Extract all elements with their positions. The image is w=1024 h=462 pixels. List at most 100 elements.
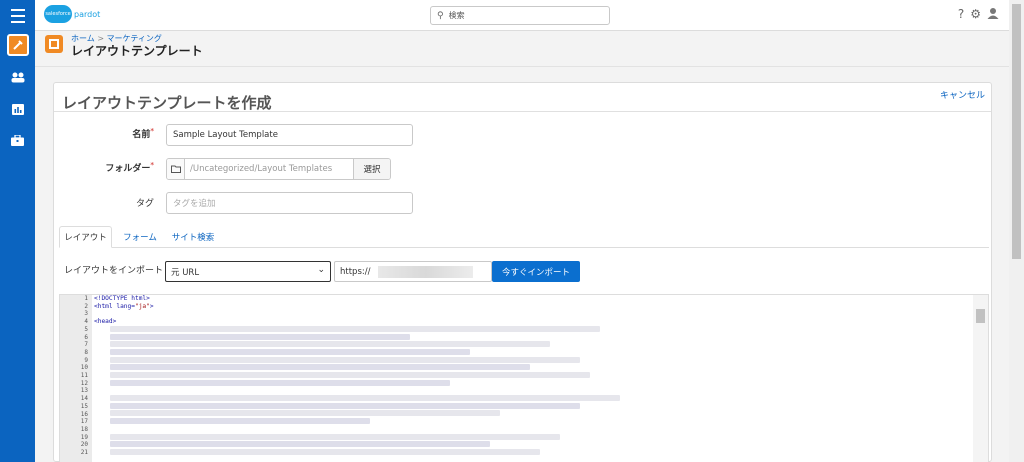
line-number: 15 [80, 402, 88, 410]
doctype-text: <!DOCTYPE html> [94, 295, 150, 302]
tag-label: タグ [94, 196, 154, 209]
code-line-4: <head> [94, 318, 116, 325]
question-icon[interactable]: ? [958, 7, 964, 22]
line-number: 12 [80, 379, 88, 387]
layout-template-icon [45, 35, 63, 53]
head-tag: <head> [94, 318, 117, 325]
tag-input[interactable]: タグを追加 [166, 192, 413, 214]
import-source-value: 元 URL [171, 267, 200, 278]
reports-icon[interactable] [0, 98, 35, 120]
salesforce-cloud-icon: salesforce [44, 5, 72, 23]
line-number: 1 [84, 295, 88, 302]
search-placeholder: 検索 [448, 11, 465, 20]
blurred-code [110, 364, 530, 370]
line-number: 11 [80, 372, 88, 379]
gear-icon[interactable]: ⚙ [970, 7, 981, 22]
editor-scrollbar[interactable] [973, 295, 988, 462]
import-url-input[interactable]: https:// [334, 261, 492, 282]
cancel-link[interactable]: キャンセル [940, 88, 985, 101]
code-line-2: <html lang="ja"> [94, 303, 154, 310]
required-mark: * [150, 127, 154, 135]
form-heading: レイアウトテンプレートを作成 [62, 94, 272, 112]
tag-placeholder: タグを追加 [173, 199, 216, 209]
blurred-code [110, 380, 450, 386]
pardot-logo[interactable]: salesforce pardot [44, 5, 100, 23]
line-number: 19 [80, 433, 88, 441]
line-number: 3 [84, 310, 88, 318]
tab-layout[interactable]: レイアウト [59, 226, 112, 248]
blurred-code [110, 349, 470, 355]
blurred-code [110, 403, 580, 409]
line-number: 2 [84, 302, 88, 310]
folder-open-icon [167, 159, 185, 179]
admin-briefcase-icon[interactable] [0, 129, 35, 151]
blurred-code [110, 326, 600, 332]
name-label: 名前* [94, 127, 154, 140]
folder-field: /Uncategorized/Layout Templates 選択 [166, 158, 391, 180]
search-icon: ⚲ [437, 10, 444, 21]
page-title: レイアウトテンプレート [71, 44, 203, 58]
create-layout-template-card: レイアウトテンプレートを作成 キャンセル 名前* Sample Layout T… [53, 82, 992, 462]
page-header: ホーム > マーケティング レイアウトテンプレート [35, 31, 1009, 67]
chevron-down-icon: ⌄ [317, 265, 325, 275]
line-number: 6 [84, 333, 88, 341]
marketing-nav-button[interactable] [0, 34, 35, 56]
menu-icon[interactable] [0, 5, 35, 27]
name-value: Sample Layout Template [173, 130, 278, 140]
blurred-code [110, 410, 500, 416]
line-number: 18 [80, 425, 88, 433]
top-right-actions: ? ⚙ [958, 7, 999, 22]
folder-label: フォルダー* [94, 161, 154, 174]
global-search-input[interactable]: ⚲ 検索 [430, 6, 610, 25]
blurred-code [110, 341, 550, 347]
line-number: 9 [84, 356, 88, 364]
line-number: 5 [84, 325, 88, 333]
import-now-button[interactable]: 今すぐインポート [492, 261, 580, 282]
marketing-icon [6, 34, 29, 56]
url-prefix: https:// [340, 266, 371, 277]
top-bar: salesforce pardot ⚲ 検索 ? ⚙ [35, 0, 1009, 31]
line-number: 20 [80, 441, 88, 449]
lang-value: "ja" [134, 302, 150, 310]
blurred-code [110, 372, 590, 378]
import-layout-label: レイアウトをインポート [64, 266, 164, 276]
line-number: 21 [80, 449, 88, 456]
template-tabs: レイアウト フォーム サイト検索 [59, 226, 989, 248]
tab-site-search[interactable]: サイト検索 [169, 226, 217, 248]
html-tag-close: > [149, 302, 154, 310]
blurred-code [110, 334, 410, 340]
tab-form[interactable]: フォーム [117, 226, 163, 248]
logo-product-text: pardot [74, 9, 101, 19]
import-source-select[interactable]: 元 URL ⌄ [165, 261, 331, 282]
user-icon[interactable] [987, 7, 999, 22]
page-scrollbar[interactable] [1009, 0, 1024, 462]
code-editor[interactable]: 1 2 3 4 5 6 7 8 9 10 11 12 13 14 15 16 17 18 19 20 21 <!DOCT… [59, 294, 989, 462]
required-mark: * [150, 161, 154, 169]
folder-select-button[interactable]: 選択 [353, 159, 390, 179]
folder-path-input[interactable]: /Uncategorized/Layout Templates [185, 159, 353, 179]
blurred-code [110, 441, 490, 447]
heading-divider [54, 111, 991, 112]
name-label-text: 名前 [132, 130, 151, 140]
left-navigation-rail [0, 0, 35, 462]
line-number: 13 [80, 387, 88, 395]
line-number: 14 [80, 395, 88, 403]
blurred-code [110, 418, 370, 424]
name-input[interactable]: Sample Layout Template [166, 124, 413, 146]
url-redacted [378, 265, 474, 278]
line-number: 4 [84, 318, 88, 326]
people-icon[interactable] [0, 66, 35, 88]
folder-label-text: フォルダー [105, 164, 151, 174]
blurred-code [110, 449, 540, 455]
html-tag-open: <html lang= [94, 302, 135, 310]
line-number: 8 [84, 348, 88, 356]
tag-label-text: タグ [135, 199, 154, 209]
code-line-1: <!DOCTYPE html> [94, 295, 150, 302]
blurred-code [110, 357, 580, 363]
line-number: 7 [84, 341, 88, 349]
blurred-code [110, 434, 560, 440]
line-number: 17 [80, 418, 88, 426]
blurred-code [110, 395, 620, 401]
line-number: 10 [80, 364, 88, 372]
line-number: 16 [80, 410, 88, 418]
